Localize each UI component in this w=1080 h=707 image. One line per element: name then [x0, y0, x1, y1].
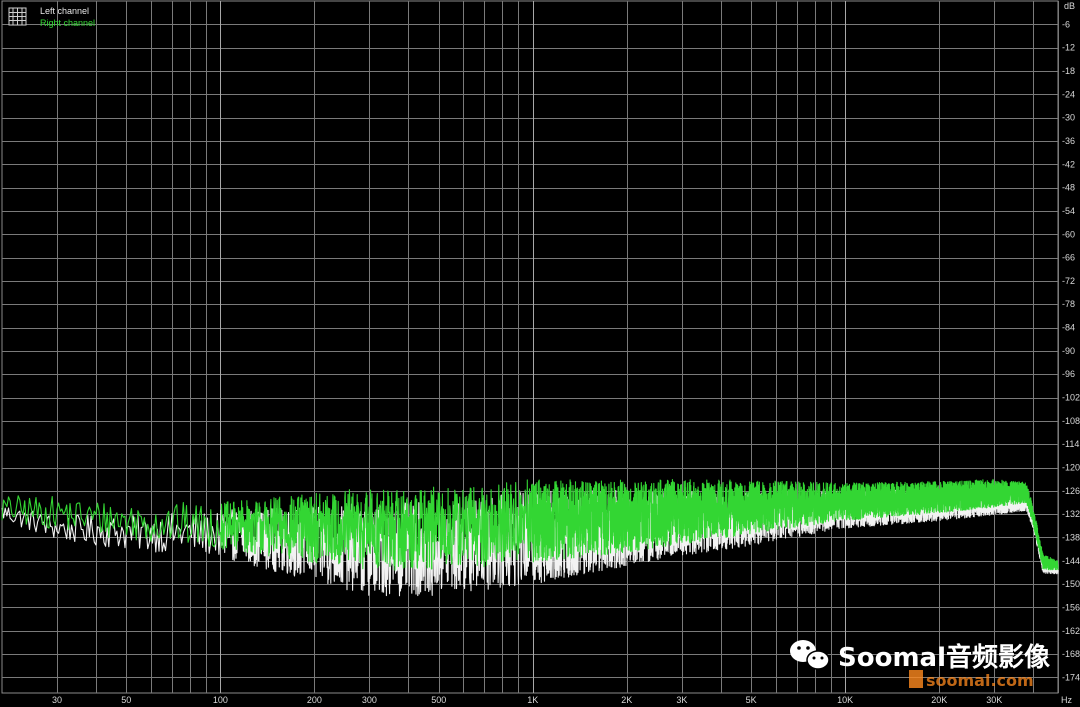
y-tick-label: -12: [1062, 43, 1075, 53]
watermark-url: soomal.com: [926, 671, 1034, 690]
y-tick-label: -60: [1062, 229, 1075, 239]
x-tick-label: 500: [431, 695, 446, 705]
x-tick-label: 2K: [621, 695, 632, 705]
y-tick-label: -126: [1062, 486, 1080, 496]
y-tick-label: -54: [1062, 206, 1075, 216]
y-tick-label: -162: [1062, 626, 1080, 636]
spectrum-chart: -6 -12 -18 -24 -30 -36 -42 -48 -54 -60 -66 -72 -78 -8…: [0, 0, 1080, 707]
y-tick-label: -78: [1062, 299, 1075, 309]
y-tick-label: -96: [1062, 369, 1075, 379]
y-tick-label: -36: [1062, 136, 1075, 146]
y-tick-label: -30: [1062, 113, 1075, 123]
y-tick-label: -120: [1062, 463, 1080, 473]
y-tick-label: -18: [1062, 66, 1075, 76]
y-tick-label: -168: [1062, 649, 1080, 659]
y-tick-label: -108: [1062, 416, 1080, 426]
legend-left-channel: Left channel: [40, 6, 89, 16]
y-tick-label: -144: [1062, 556, 1080, 566]
x-tick-label: 10K: [837, 695, 853, 705]
x-tick-label: 200: [307, 695, 322, 705]
y-tick-label: -132: [1062, 509, 1080, 519]
y-tick-label: -90: [1062, 346, 1075, 356]
x-tick-label: 3K: [676, 695, 687, 705]
plot-background: [0, 0, 1080, 707]
y-tick-label: -72: [1062, 276, 1075, 286]
x-tick-label: 30K: [986, 695, 1002, 705]
y-axis-unit: dB: [1064, 1, 1075, 11]
x-tick-label: 30: [52, 695, 62, 705]
legend-right-channel: Right channel: [40, 18, 95, 28]
y-tick-label: -84: [1062, 323, 1075, 333]
y-tick-label: -138: [1062, 532, 1080, 542]
watermark-title: Soomal音频影像: [838, 642, 1051, 673]
y-tick-label: -114: [1062, 439, 1079, 449]
x-tick-label: 50: [121, 695, 131, 705]
y-tick-label: -102: [1062, 393, 1080, 403]
y-tick-label: -6: [1062, 19, 1070, 29]
x-axis-unit: Hz: [1061, 695, 1072, 705]
y-tick-label: -42: [1062, 159, 1075, 169]
x-tick-label: 5K: [746, 695, 757, 705]
y-tick-label: -150: [1062, 579, 1080, 589]
x-tick-label: 20K: [931, 695, 947, 705]
x-tick-label: 300: [362, 695, 377, 705]
x-tick-label: 1K: [527, 695, 538, 705]
x-tick-label: 100: [213, 695, 228, 705]
y-tick-label: -48: [1062, 183, 1075, 193]
y-tick-label: -174: [1062, 672, 1080, 682]
y-tick-label: -24: [1062, 89, 1075, 99]
y-tick-label: -66: [1062, 253, 1075, 263]
y-tick-label: -156: [1062, 602, 1080, 612]
soomal-logo-icon: [909, 670, 923, 688]
